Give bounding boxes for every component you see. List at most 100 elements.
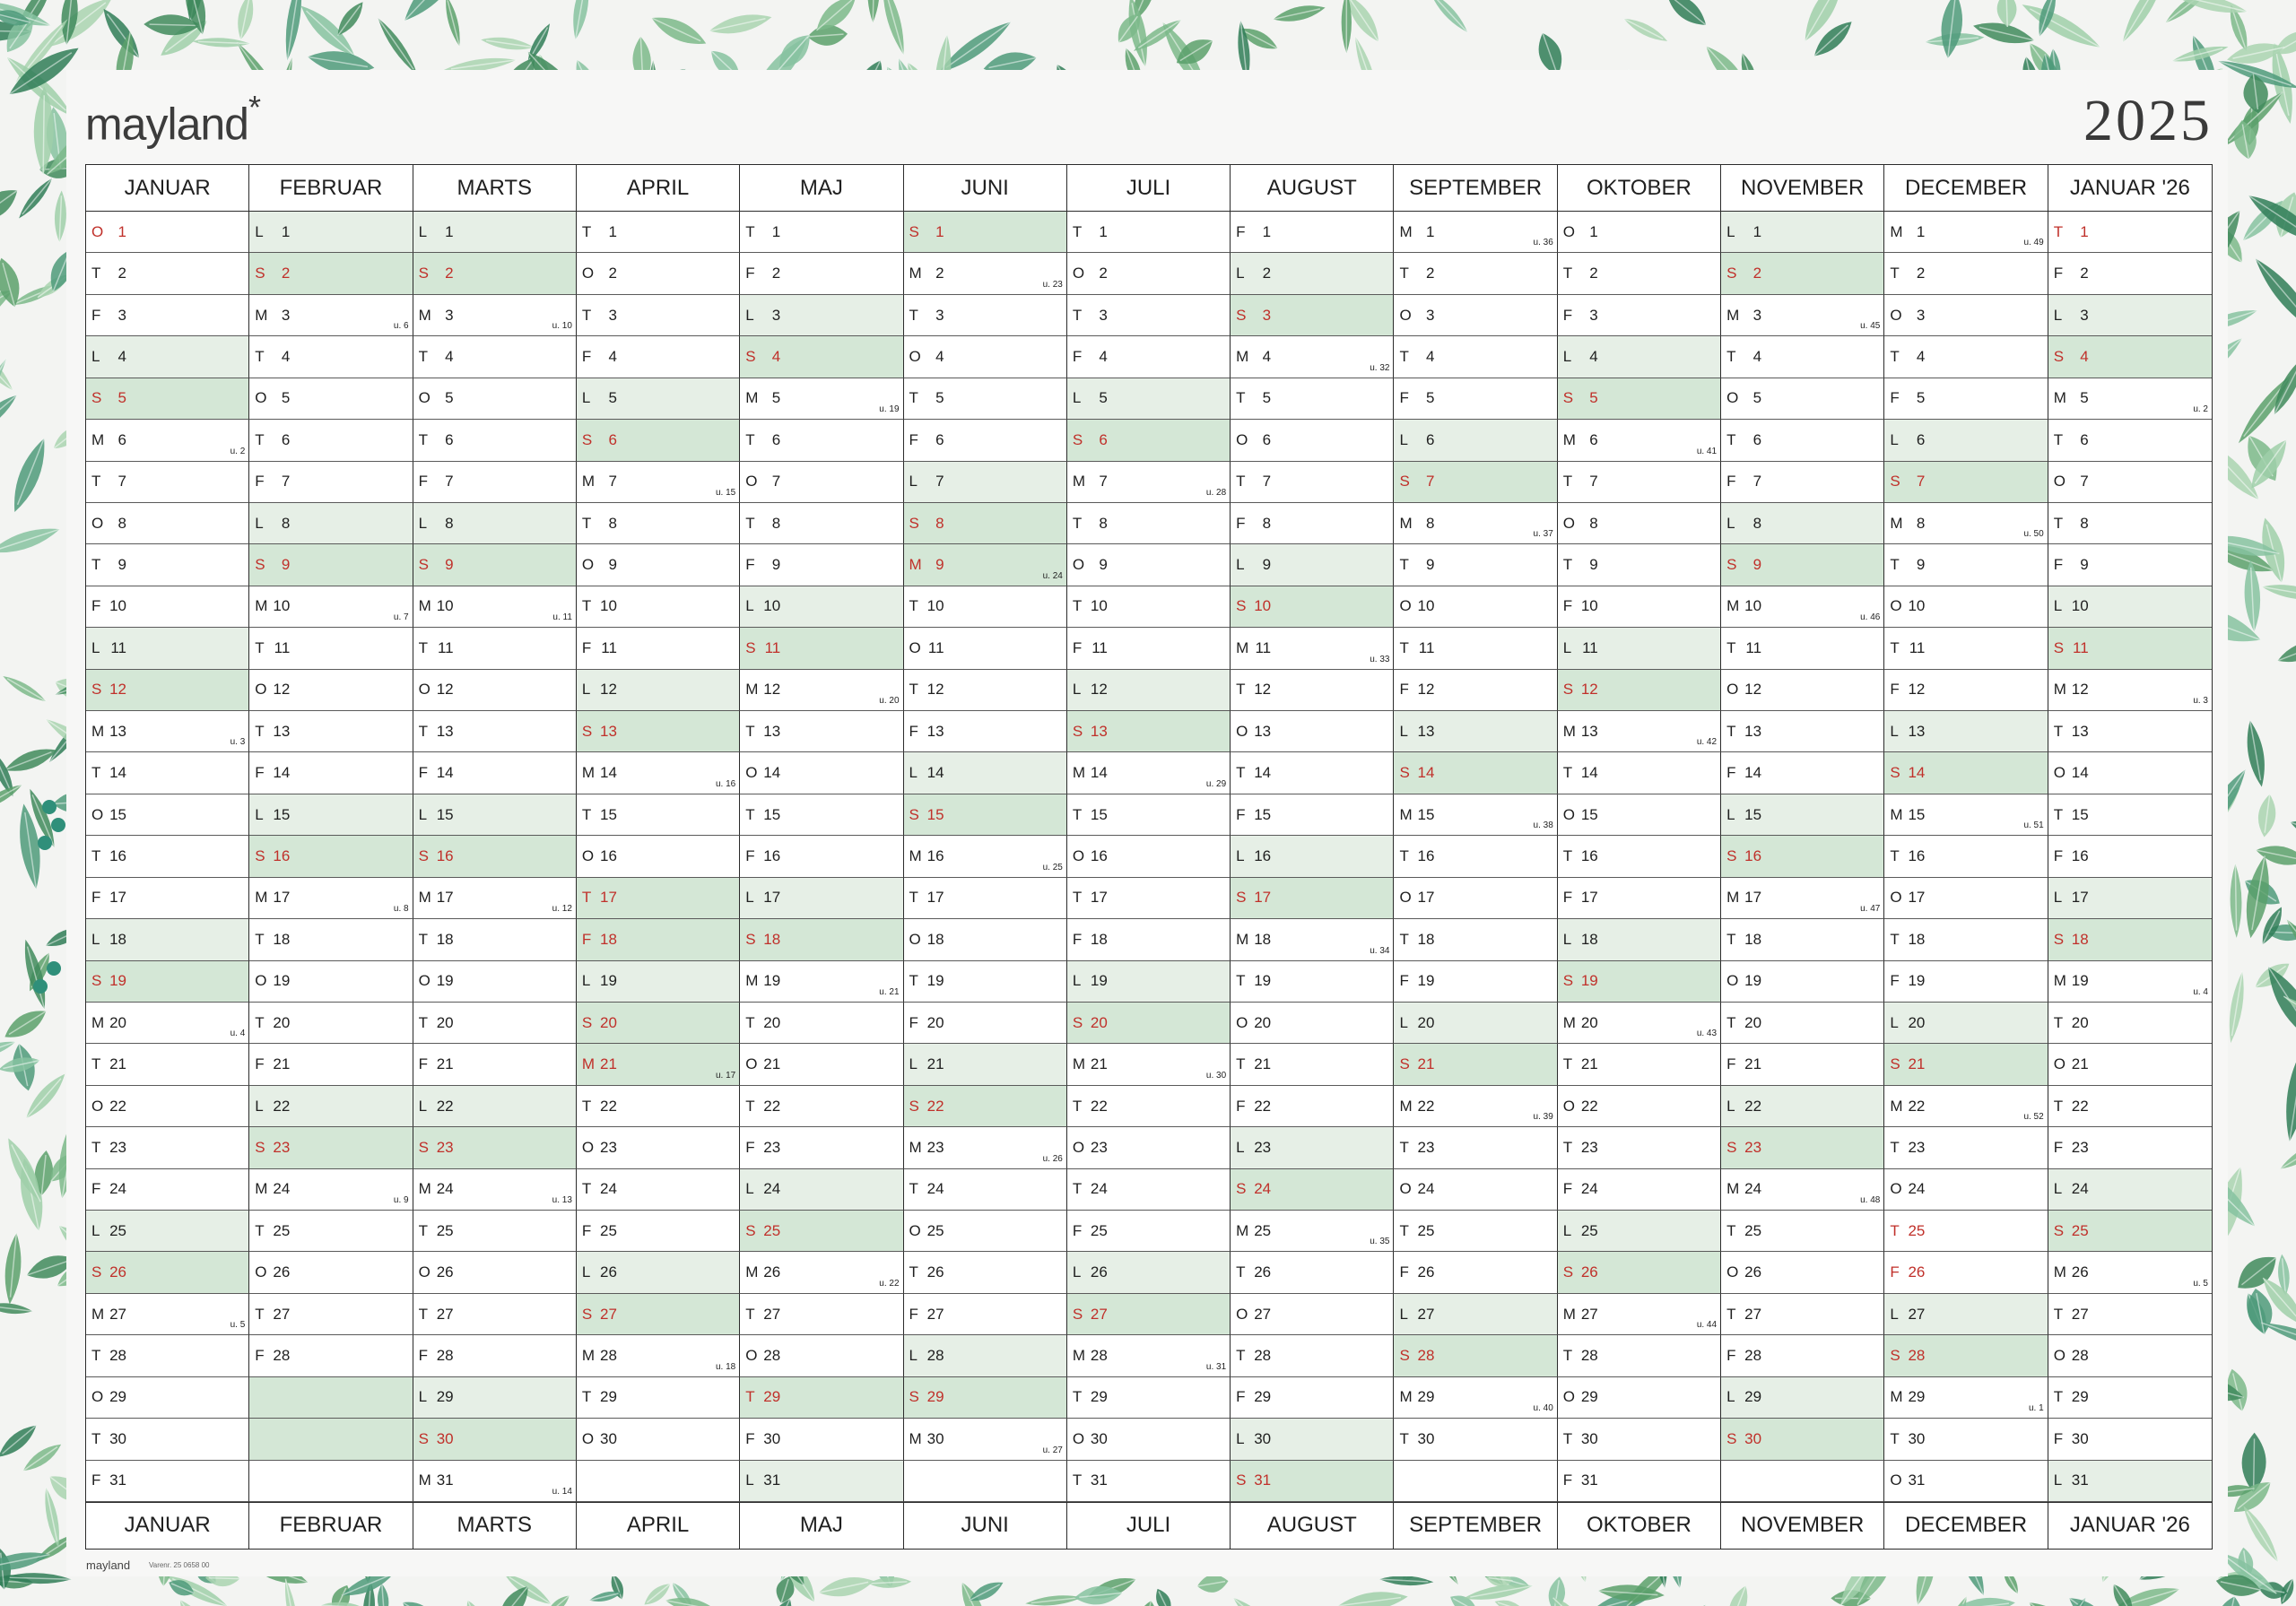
week-number: u. 5 [230, 1320, 246, 1331]
day-cell: T 21 [86, 1044, 250, 1086]
day-number: 29 [1908, 1388, 1926, 1406]
day-number: 8 [1262, 514, 1272, 532]
leaf-vein [42, 95, 45, 175]
week-number: u. 22 [879, 1278, 900, 1289]
weekday-letter: F [1399, 681, 1409, 699]
day-cell: T 27 [740, 1293, 904, 1336]
weekday-letter: O [581, 846, 595, 864]
day-number: 8 [1099, 514, 1108, 532]
weekday-letter: T [1562, 1055, 1573, 1073]
day-number: 9 [1752, 556, 1762, 574]
day-cell: L1 [413, 212, 577, 254]
day-cell: O 16 [1066, 836, 1231, 878]
weekday-letter: O [91, 222, 104, 240]
weekday-letter: O [909, 347, 921, 365]
day-number: 20 [2071, 1013, 2089, 1031]
day-cell: M 29 u. 1 [1884, 1376, 2048, 1419]
day-number: 30 [1908, 1429, 1926, 1447]
weekday-letter: T [1726, 722, 1736, 740]
weekday-letter: L [581, 389, 591, 407]
weekday-letter: F [745, 556, 755, 574]
day-number: 5 [1425, 389, 1435, 407]
day-cell: T8 [2048, 502, 2212, 545]
day-cell: O5 [413, 378, 577, 421]
month-header-bottom: JANUAR '26 [2048, 1501, 2212, 1549]
day-number: 7 [1916, 473, 1926, 490]
week-number: u. 20 [879, 696, 900, 707]
day-number: 17 [1090, 889, 1108, 907]
day-number: 23 [273, 1138, 291, 1156]
day-cell: S 29 [903, 1376, 1067, 1419]
day-cell: L 31 [2048, 1460, 2212, 1502]
day-cell: S7 [1884, 461, 2048, 503]
weekday-letter: T [1890, 930, 1900, 948]
weekday-letter: L [2053, 889, 2063, 907]
day-cell: T3 [903, 294, 1067, 337]
weekday-letter: F [1726, 764, 1736, 782]
day-cell: M 10 u. 46 [1721, 586, 1885, 629]
weekday-letter: O [1399, 597, 1412, 615]
day-number: 20 [1090, 1013, 1108, 1031]
empty-day-cell [249, 1376, 413, 1419]
day-cell: T 20 [2048, 1002, 2212, 1045]
weekday-letter: T [909, 597, 918, 615]
weekday-letter: T [1236, 764, 1246, 782]
week-number: u. 19 [879, 404, 900, 415]
day-cell: T 18 [413, 919, 577, 961]
day-number: 18 [926, 930, 944, 948]
day-cell: O7 [740, 461, 904, 503]
day-cell: M 17 u. 47 [1721, 877, 1885, 920]
day-number: 3 [281, 306, 291, 324]
weekday-letter: O [1562, 514, 1575, 532]
day-cell: T5 [1231, 378, 1395, 421]
month-header-bottom: JULI [1066, 1501, 1231, 1549]
weekday-letter: M [255, 1180, 268, 1198]
day-cell: T 25 [1884, 1211, 2048, 1253]
day-cell: O 28 [740, 1335, 904, 1377]
day-cell: T2 [1394, 253, 1558, 295]
day-number: 5 [445, 389, 454, 407]
day-number: 19 [2071, 972, 2089, 990]
day-number: 30 [926, 1429, 944, 1447]
day-number: 12 [2071, 681, 2089, 699]
weekday-letter: S [418, 1429, 429, 1447]
day-number: 4 [2080, 347, 2089, 365]
day-number: 5 [1752, 389, 1762, 407]
day-cell: O4 [903, 336, 1067, 378]
day-cell: S 19 [86, 960, 250, 1003]
day-cell: S 20 [1066, 1002, 1231, 1045]
day-number: 18 [1090, 930, 1108, 948]
day-number: 22 [600, 1097, 617, 1115]
day-number: 10 [1090, 597, 1108, 615]
day-number: 6 [1262, 430, 1272, 448]
day-cell: M 14 u. 29 [1066, 752, 1231, 794]
day-cell: L8 [1721, 502, 1885, 545]
empty-day-cell [1394, 1460, 1558, 1502]
day-number: 4 [935, 347, 944, 365]
day-cell: T 21 [1557, 1044, 1722, 1086]
day-number: 22 [273, 1097, 291, 1115]
day-cell: M 5 u. 19 [740, 378, 904, 421]
day-cell: M 2 u. 23 [903, 253, 1067, 295]
day-number: 30 [2071, 1429, 2089, 1447]
day-number: 27 [1908, 1305, 1926, 1323]
weekday-letter: M [1890, 1388, 1903, 1406]
weekday-letter: L [745, 597, 754, 615]
day-cell: L 16 [1231, 836, 1395, 878]
day-number: 9 [117, 556, 126, 574]
day-number: 28 [600, 1347, 617, 1365]
day-number: 27 [2071, 1305, 2089, 1323]
week-number: u. 28 [1205, 487, 1227, 498]
day-cell: M 10 u. 11 [413, 586, 577, 629]
day-number: 10 [1254, 597, 1272, 615]
weekday-letter: T [1890, 556, 1900, 574]
weekday-letter: T [91, 556, 101, 574]
weekday-letter: O [1072, 556, 1085, 574]
day-cell: M 5 u. 2 [2048, 378, 2212, 421]
day-cell: M 8 u. 37 [1394, 502, 1558, 545]
day-number: 1 [935, 222, 944, 240]
day-cell: M 11 u. 33 [1231, 628, 1395, 670]
day-number: 11 [1909, 638, 1926, 656]
weekday-letter: M [1562, 722, 1576, 740]
weekday-letter: O [1236, 722, 1248, 740]
